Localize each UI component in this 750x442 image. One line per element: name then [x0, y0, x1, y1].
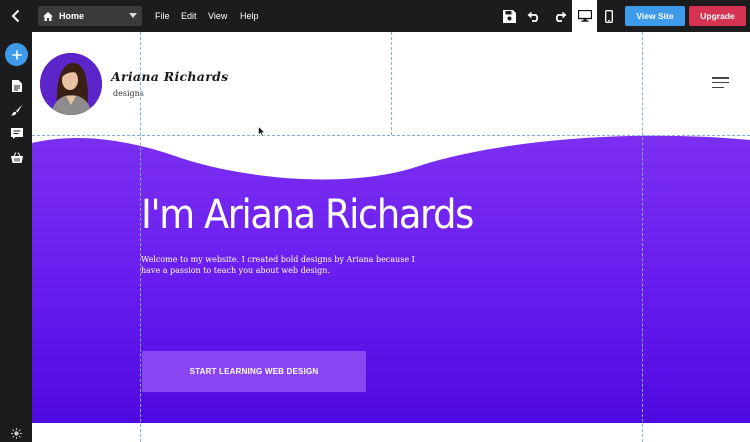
- layout-guide: [391, 32, 392, 135]
- page-selector[interactable]: Home: [38, 6, 142, 26]
- redo-button[interactable]: [547, 0, 571, 32]
- menu-view[interactable]: View: [208, 0, 227, 32]
- basket-icon: [10, 152, 23, 163]
- add-element-button[interactable]: [5, 43, 28, 66]
- left-sidebar: [0, 32, 32, 442]
- menu-file[interactable]: File: [155, 0, 170, 32]
- layout-guide: [642, 32, 643, 442]
- save-icon: [502, 9, 516, 23]
- mouse-cursor-icon: [258, 126, 266, 137]
- hamburger-menu-icon[interactable]: [712, 77, 729, 89]
- redo-icon: [555, 11, 566, 22]
- page-icon: [11, 79, 22, 92]
- undo-icon: [527, 11, 538, 22]
- home-icon: [43, 11, 53, 21]
- upgrade-button[interactable]: Upgrade: [689, 6, 746, 26]
- back-button[interactable]: [0, 0, 32, 32]
- brush-icon: [10, 104, 22, 116]
- settings-button[interactable]: [10, 427, 23, 440]
- desktop-view-button[interactable]: [572, 0, 597, 32]
- hero-title: I'm Ariana Richards: [141, 192, 474, 238]
- plus-icon: [12, 50, 21, 59]
- layout-guide: [140, 32, 141, 442]
- view-site-button[interactable]: View Site: [625, 6, 685, 26]
- chevron-left-icon: [11, 9, 20, 23]
- site-logo-name: Ariana Richards: [111, 69, 229, 84]
- menu-edit[interactable]: Edit: [181, 0, 197, 32]
- top-toolbar: Home File Edit View Help View Site Upgra…: [0, 0, 750, 32]
- save-button[interactable]: [497, 0, 521, 32]
- design-button[interactable]: [10, 103, 23, 116]
- profile-avatar[interactable]: [40, 53, 102, 115]
- blog-button[interactable]: [10, 127, 23, 140]
- hero-paragraph: Welcome to my website. I created bold de…: [141, 255, 415, 275]
- desktop-icon: [577, 10, 592, 22]
- blog-icon: [10, 128, 23, 139]
- undo-button[interactable]: [522, 0, 546, 32]
- page-selector-label: Home: [59, 11, 85, 21]
- mobile-view-button[interactable]: [599, 0, 619, 32]
- editor-canvas[interactable]: Ariana Richards designs I'm Ariana Richa…: [32, 32, 750, 442]
- mobile-icon: [605, 9, 613, 23]
- sun-icon: [11, 428, 22, 439]
- caret-down-icon: [129, 13, 137, 18]
- store-button[interactable]: [10, 151, 23, 164]
- menu-help[interactable]: Help: [240, 0, 259, 32]
- layout-guide: [32, 135, 750, 136]
- pages-button[interactable]: [10, 79, 23, 92]
- start-learning-button[interactable]: START LEARNING WEB DESIGN: [142, 351, 366, 392]
